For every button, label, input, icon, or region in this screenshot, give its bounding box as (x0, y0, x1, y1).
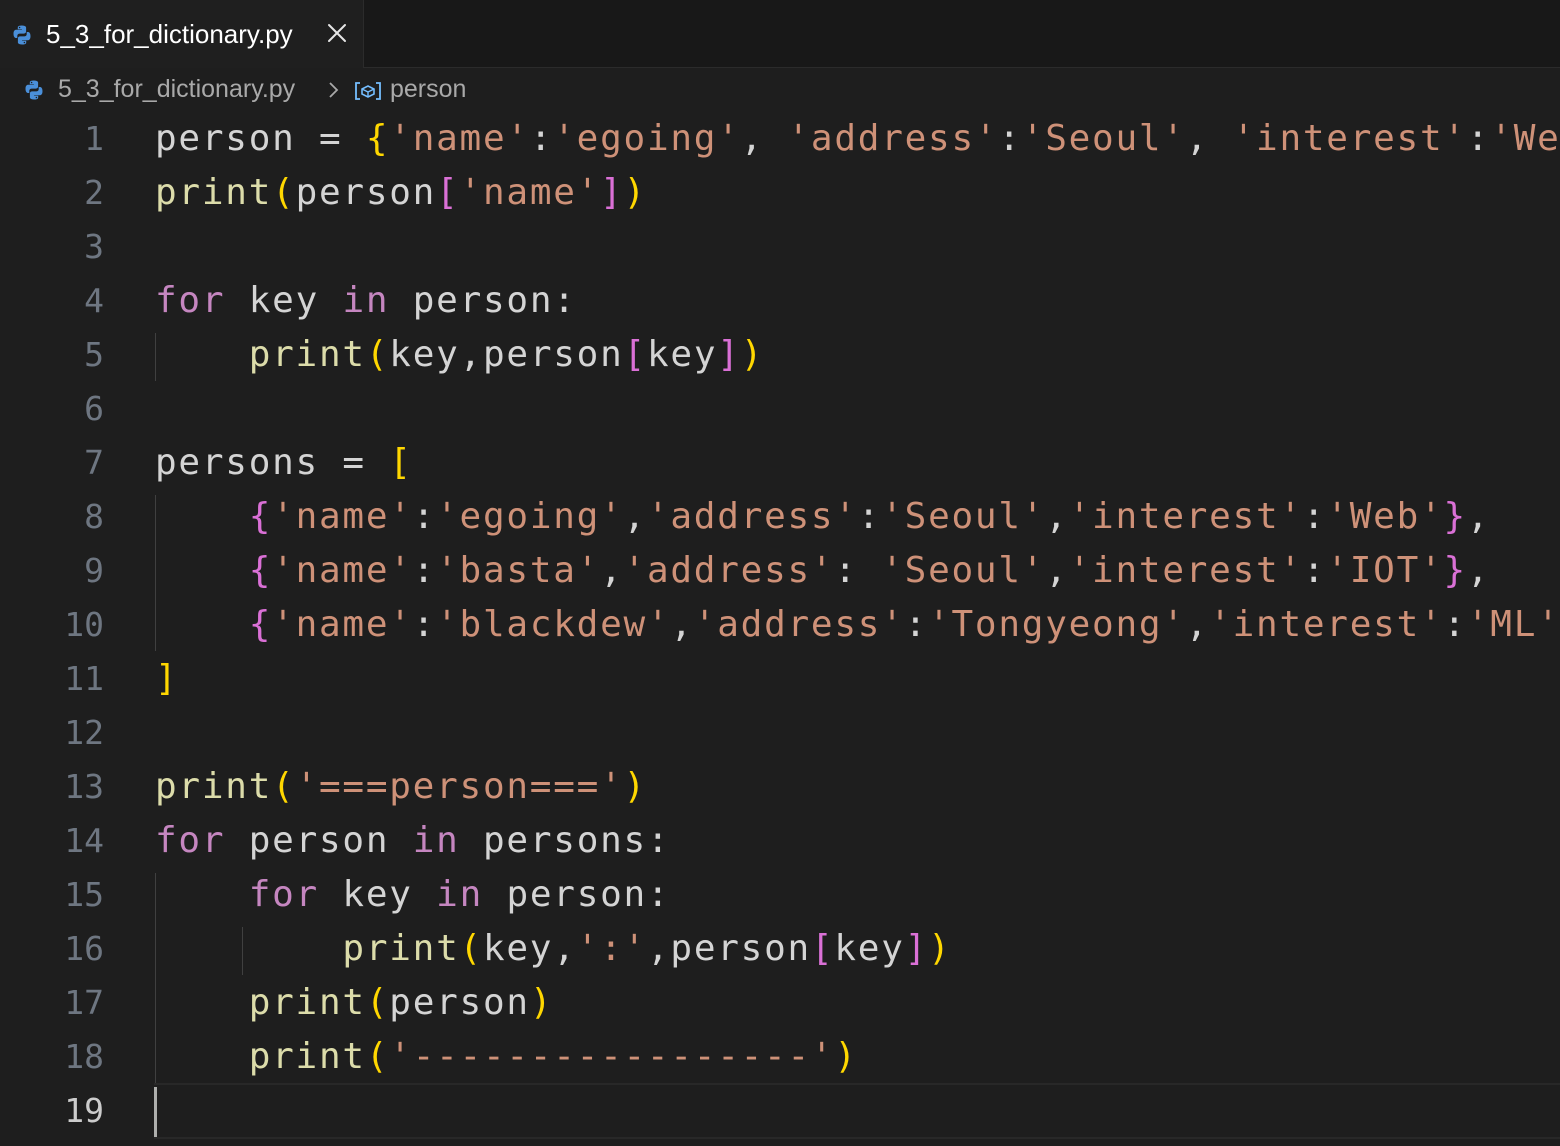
code-text: {'name':'basta','address': 'Seoul','inte… (248, 550, 1491, 591)
code-line[interactable]: 12 (0, 706, 1560, 760)
line-number: 17 (64, 983, 104, 1022)
code-line[interactable]: 14 for person in persons: (0, 814, 1560, 868)
breadcrumb-symbol[interactable]: person (390, 75, 466, 104)
code-text: ] (155, 658, 179, 699)
code-text: print(key,':',person[key]) (342, 928, 952, 969)
editor-tab-bar: 5_3_for_dictionary.py (0, 0, 1560, 68)
code-text: {'name':'egoing','address':'Seoul','inte… (248, 496, 1491, 537)
code-line[interactable]: 19 (0, 1084, 1560, 1138)
line-number: 15 (64, 875, 104, 914)
symbol-variable-icon (355, 82, 381, 100)
line-number: 2 (84, 173, 104, 212)
code-text: for person in persons: (155, 820, 671, 861)
code-text: for key in person: (155, 280, 577, 321)
code-line[interactable]: 10 {'name':'blackdew','address':'Tongyeo… (0, 598, 1560, 652)
code-line[interactable]: 7 persons = [ (0, 436, 1560, 490)
code-text: print(person) (248, 982, 554, 1023)
line-number: 3 (84, 227, 104, 266)
code-line[interactable]: 2 print(person['name']) (0, 166, 1560, 220)
code-line[interactable]: 18 print('-----------------') (0, 1030, 1560, 1084)
tab-label: 5_3_for_dictionary.py (46, 19, 293, 49)
breadcrumb-file[interactable]: 5_3_for_dictionary.py (58, 75, 295, 104)
code-text: print('-----------------') (248, 1036, 858, 1077)
line-number: 1 (84, 119, 104, 158)
code-text: print(person['name']) (155, 172, 647, 213)
code-line[interactable]: 3 (0, 220, 1560, 274)
line-number: 13 (64, 767, 104, 806)
code-line[interactable]: 16 print(key,':',person[key]) (0, 922, 1560, 976)
line-number: 14 (64, 821, 104, 860)
line-number: 9 (84, 551, 104, 590)
code-text: persons = [ (155, 442, 413, 483)
tab-5-3-for-dictionary[interactable]: 5_3_for_dictionary.py (0, 0, 364, 68)
line-number: 7 (84, 443, 104, 482)
line-number: 6 (84, 389, 104, 428)
code-text: person = {'name':'egoing', 'address':'Se… (155, 118, 1560, 159)
python-icon (13, 25, 31, 45)
code-line[interactable]: 15 for key in person: (0, 868, 1560, 922)
code-line[interactable]: 17 print(person) (0, 976, 1560, 1030)
code-text: {'name':'blackdew','address':'Tongyeong'… (248, 604, 1560, 645)
python-icon (25, 80, 43, 100)
code-line[interactable]: 5 print(key,person[key]) (0, 328, 1560, 382)
code-line[interactable]: 8 {'name':'egoing','address':'Seoul','in… (0, 490, 1560, 544)
code-line[interactable]: 6 (0, 382, 1560, 436)
line-number: 11 (64, 659, 104, 698)
close-icon[interactable] (324, 20, 350, 46)
code-text: for key in person: (248, 874, 671, 915)
line-number: 10 (64, 605, 104, 644)
line-number: 18 (64, 1037, 104, 1076)
code-text: print(key,person[key]) (248, 334, 765, 375)
line-number: 5 (84, 335, 104, 374)
code-line[interactable]: 4 for key in person: (0, 274, 1560, 328)
breadcrumb: 5_3_for_dictionary.py person (0, 70, 1560, 112)
code-editor[interactable]: 1 person = {'name':'egoing', 'address':'S… (0, 112, 1560, 1146)
chevron-right-icon (329, 82, 339, 98)
code-line[interactable]: 11] (0, 652, 1560, 706)
line-number: 19 (64, 1091, 104, 1130)
code-line[interactable]: 13 print('===person===') (0, 760, 1560, 814)
line-number: 8 (84, 497, 104, 536)
code-line[interactable]: 9 {'name':'basta','address': 'Seoul','in… (0, 544, 1560, 598)
line-number: 12 (64, 713, 104, 752)
code-text: print('===person===') (155, 766, 647, 807)
line-number: 16 (64, 929, 104, 968)
code-line[interactable]: 1 person = {'name':'egoing', 'address':'S… (0, 112, 1560, 166)
line-number: 4 (84, 281, 104, 320)
